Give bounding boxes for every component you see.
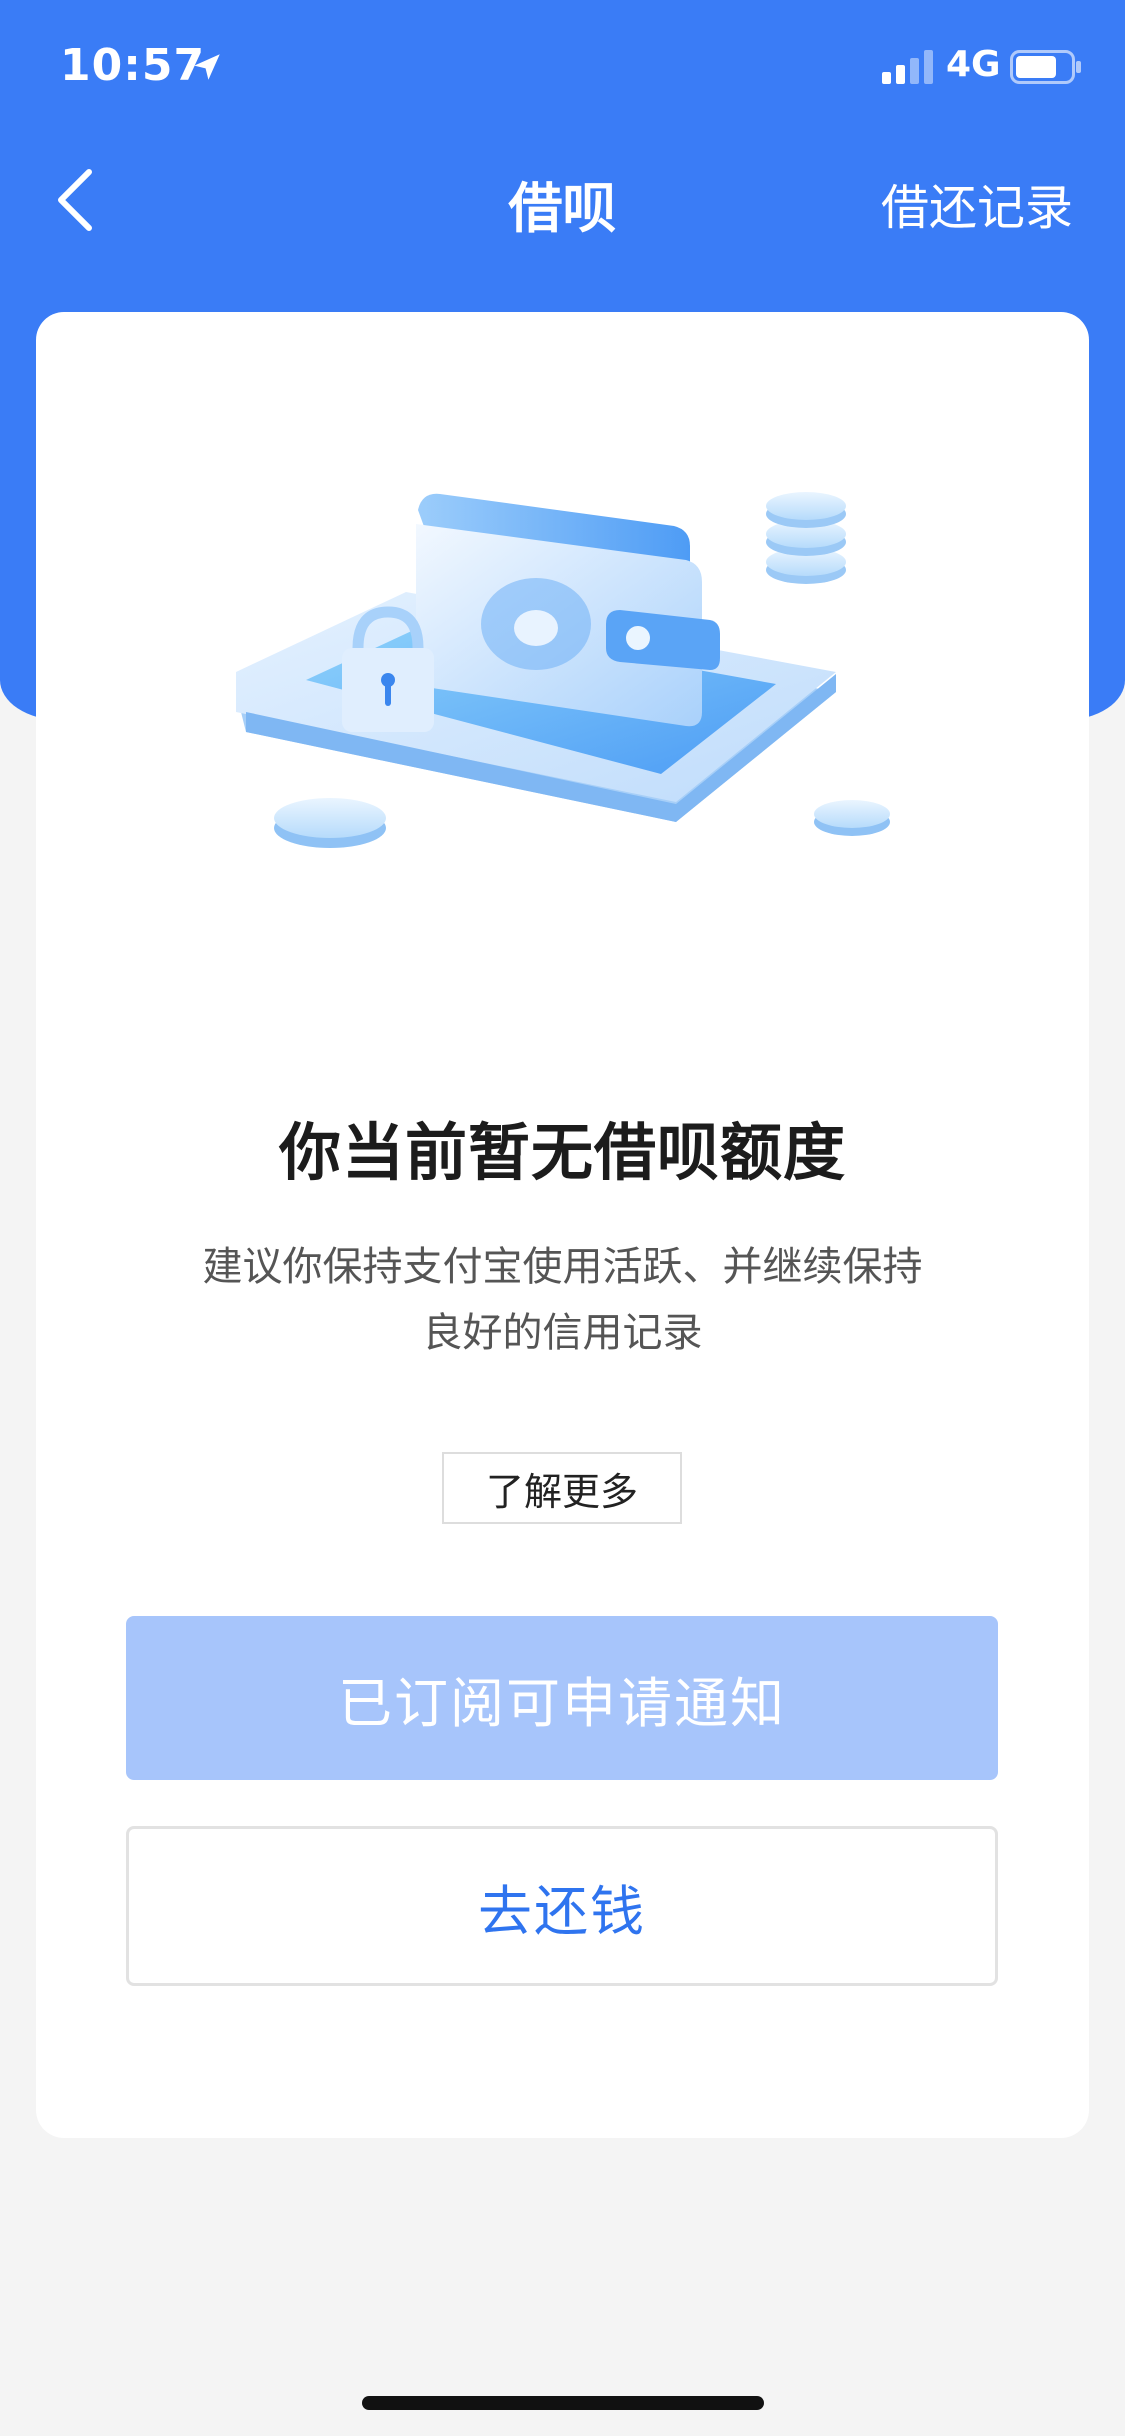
location-arrow-icon (194, 54, 220, 80)
network-type: 4G (946, 44, 1001, 85)
signal-bars-icon (882, 50, 933, 84)
credit-suggestion-text: 建议你保持支付宝使用活跃、并继续保持 良好的信用记录 (156, 1234, 969, 1366)
loan-repay-records-link[interactable]: 借还记录 (881, 168, 1073, 238)
go-repay-button[interactable]: 去还钱 (126, 1826, 998, 1986)
page: 10:57 4G 借呗 借还记录 你当前暂无借呗额度 建议你保持支付宝使用活跃、… (0, 0, 1125, 2436)
description-line-2: 良好的信用记录 (422, 1310, 703, 1356)
wallet-illustration (236, 492, 890, 848)
description-line-1: 建议你保持支付宝使用活跃、并继续保持 (202, 1244, 923, 1290)
no-credit-headline: 你当前暂无借呗额度 (278, 1116, 846, 1189)
home-indicator[interactable] (362, 2396, 764, 2410)
status-bar: 10:57 4G (0, 0, 1125, 132)
subscribed-notification-button[interactable]: 已订阅可申请通知 (126, 1616, 998, 1780)
navigation-bar: 借呗 借还记录 (0, 140, 1125, 260)
empty-state-card: 你当前暂无借呗额度 建议你保持支付宝使用活跃、并继续保持 良好的信用记录 了解更… (36, 312, 1089, 2138)
learn-more-button[interactable]: 了解更多 (442, 1452, 682, 1524)
status-time: 10:57 (60, 40, 206, 91)
battery-icon (1010, 50, 1081, 84)
